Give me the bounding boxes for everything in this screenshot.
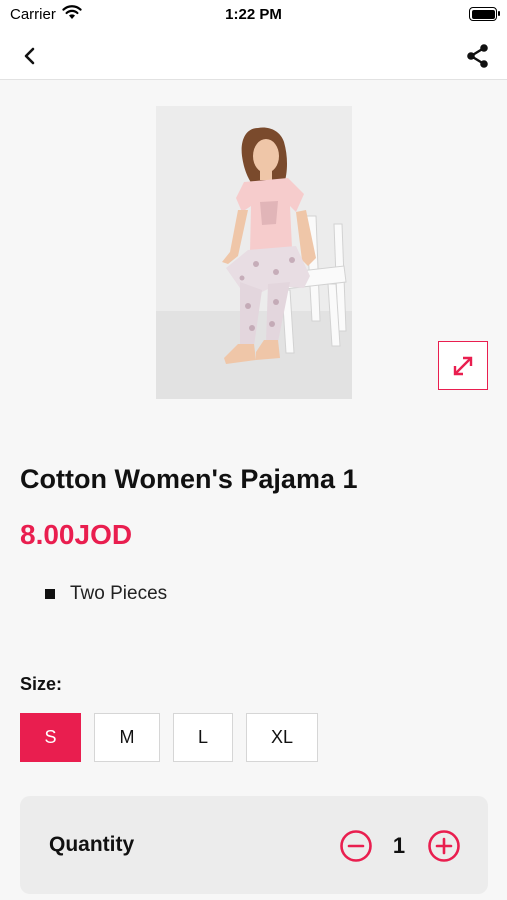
size-option-m[interactable]: M	[94, 713, 160, 762]
feature-item: Two Pieces	[45, 583, 167, 605]
size-option-l[interactable]: L	[173, 713, 233, 762]
increase-quantity-button[interactable]	[427, 829, 461, 863]
expand-image-button[interactable]	[438, 341, 488, 390]
share-button[interactable]	[461, 39, 495, 73]
size-option-xl[interactable]: XL	[246, 713, 318, 762]
product-image[interactable]	[156, 106, 352, 399]
quantity-value: 1	[392, 833, 406, 858]
navigation-bar	[0, 30, 507, 80]
status-bar: Carrier 1:22 PM	[0, 0, 507, 30]
battery-icon	[469, 7, 500, 21]
quantity-card: Quantity 1	[20, 796, 488, 894]
decrease-quantity-button[interactable]	[339, 829, 373, 863]
status-time: 1:22 PM	[225, 6, 282, 23]
expand-icon	[453, 356, 473, 375]
feature-text: Two Pieces	[70, 583, 168, 604]
chevron-left-icon	[24, 47, 35, 65]
quantity-label: Quantity	[49, 833, 135, 856]
size-label: Size:	[20, 674, 63, 694]
minus-circle-icon	[340, 830, 372, 862]
back-button[interactable]	[14, 40, 46, 72]
size-options: S M L XL	[20, 713, 331, 762]
plus-circle-icon	[428, 830, 460, 862]
product-title: Cotton Women's Pajama 1	[20, 464, 358, 494]
square-bullet-icon	[45, 589, 55, 599]
share-icon	[467, 44, 488, 68]
size-option-s[interactable]: S	[20, 713, 81, 762]
product-price: 8.00JOD	[20, 519, 133, 550]
